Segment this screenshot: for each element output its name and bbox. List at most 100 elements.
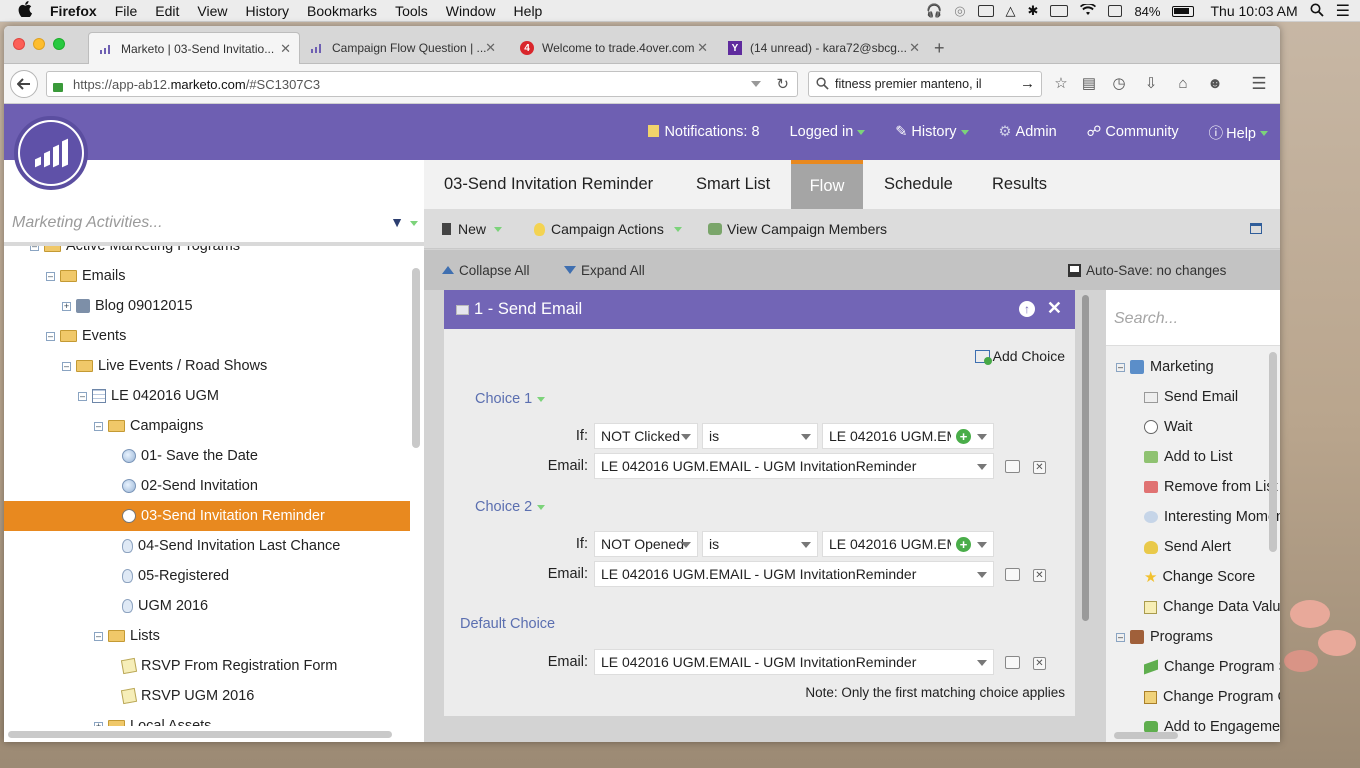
tree-node[interactable]: UGM 2016 (122, 591, 208, 621)
collapse-icon[interactable]: – (94, 421, 103, 431)
tab-campaign-name[interactable]: 03-Send Invitation Reminder (424, 160, 673, 209)
tree-node[interactable]: 01- Save the Date (122, 441, 258, 471)
collapse-icon[interactable]: – (46, 331, 55, 341)
chat-icon[interactable]: ☻ (1206, 76, 1224, 92)
clock[interactable]: Thu 10:03 AM (1210, 3, 1297, 19)
bookmark-star-icon[interactable]: ☆ (1052, 76, 1070, 92)
marketing-activities-search[interactable]: Marketing Activities... ▼ (4, 200, 424, 246)
choice-1-label[interactable]: Choice 1 (475, 391, 546, 407)
expand-icon[interactable]: + (94, 721, 103, 726)
zoom-window-button[interactable] (53, 38, 65, 50)
remove-choice-icon[interactable]: ✕ (1033, 569, 1046, 582)
browser-tab-marketo[interactable]: Marketo | 03-Send Invitatio... ✕ (88, 32, 300, 64)
sync-icon[interactable]: ◎ (954, 3, 965, 19)
minimize-window-button[interactable] (33, 38, 45, 50)
tree-node[interactable]: – Events (46, 321, 126, 351)
browser-tab-4over[interactable]: 4 Welcome to trade.4over.com ✕ (510, 32, 716, 64)
menu-tools[interactable]: Tools (395, 3, 428, 19)
close-tab-icon[interactable]: ✕ (485, 40, 496, 56)
filter-icon[interactable]: ▼ (390, 214, 404, 230)
preview-email-icon[interactable] (1005, 568, 1020, 581)
flow-vertical-scrollbar[interactable] (1082, 295, 1089, 621)
choice-2-label[interactable]: Choice 2 (475, 499, 546, 515)
collapse-all-button[interactable]: Collapse All (442, 250, 530, 290)
home-icon[interactable]: ⌂ (1174, 76, 1192, 92)
tree-node[interactable]: –Active Marketing Programs (30, 246, 240, 261)
menu-view[interactable]: View (197, 3, 227, 19)
collapse-icon[interactable]: – (78, 391, 87, 401)
url-bar[interactable]: https://app-ab12. marketo.com/#SC1307C3 ↻ (46, 71, 798, 97)
palette-item-interesting-moment[interactable]: Interesting Moment (1144, 502, 1280, 532)
tree-node[interactable]: – Lists (94, 621, 160, 651)
battery-icon[interactable] (1172, 5, 1195, 17)
palette-vertical-scrollbar[interactable] (1269, 352, 1277, 552)
expand-icon[interactable]: + (62, 301, 71, 311)
palette-item-add-to-list[interactable]: Add to List (1144, 442, 1233, 472)
collapse-icon[interactable]: – (1116, 632, 1125, 642)
palette-horizontal-scrollbar[interactable] (1114, 732, 1178, 739)
palette-item-change-data-value[interactable]: Change Data Value (1144, 592, 1280, 622)
flow-step-header[interactable]: 1 - Send Email ↑ ✕ (444, 290, 1075, 329)
campaign-actions-button[interactable]: Campaign Actions (534, 209, 682, 249)
downloads-icon[interactable]: ⇩ (1142, 76, 1160, 92)
palette-search-input[interactable]: Search... (1106, 290, 1280, 346)
menu-help[interactable]: Help (514, 3, 543, 19)
headphones-icon[interactable]: 🎧 (926, 3, 942, 19)
choice-2-condition-select[interactable]: NOT Opened (594, 531, 698, 557)
calendar-icon[interactable] (1108, 5, 1123, 17)
palette-item-wait[interactable]: Wait (1144, 412, 1192, 442)
tree-horizontal-scrollbar[interactable] (8, 731, 392, 738)
help-menu[interactable]: ⓘ Help (1209, 122, 1268, 143)
choice-1-operator-select[interactable]: is (702, 423, 818, 449)
remove-choice-icon[interactable]: ✕ (1033, 657, 1046, 670)
notification-center-icon[interactable]: ☰ (1336, 1, 1350, 21)
close-tab-icon[interactable]: ✕ (280, 41, 291, 57)
move-up-icon[interactable]: ↑ (1019, 301, 1035, 317)
apple-menu-icon[interactable] (18, 1, 32, 20)
preview-email-icon[interactable] (1005, 656, 1020, 669)
palette-item-send-email[interactable]: Send Email (1144, 382, 1238, 412)
close-window-button[interactable] (13, 38, 25, 50)
community-link[interactable]: ☍ Community (1087, 124, 1179, 140)
go-arrow-icon[interactable]: → (1020, 75, 1035, 92)
palette-group-programs[interactable]: – Programs (1116, 622, 1213, 652)
collapse-icon[interactable]: – (46, 271, 55, 281)
keyboard-icon[interactable] (1050, 5, 1069, 17)
menu-history[interactable]: History (245, 3, 289, 19)
chevron-down-icon[interactable] (410, 221, 418, 226)
url-dropdown-icon[interactable] (751, 81, 761, 87)
bluetooth-icon[interactable]: ✱ (1028, 3, 1039, 19)
tree-node-selected[interactable]: 03-Send Invitation Reminder (122, 501, 325, 531)
palette-item-send-alert[interactable]: Send Alert (1144, 532, 1231, 562)
tree-node[interactable]: RSVP From Registration Form (120, 651, 337, 681)
tab-smart-list[interactable]: Smart List (676, 160, 790, 209)
wifi-icon[interactable] (1080, 2, 1097, 19)
reload-icon[interactable]: ↻ (776, 75, 789, 93)
new-button[interactable]: New (442, 209, 503, 249)
tree-node[interactable]: + Local Assets (94, 711, 211, 726)
choice-1-value-select[interactable]: LE 042016 UGM.EMAIL + (822, 423, 994, 449)
menu-window[interactable]: Window (446, 3, 496, 19)
reading-list-icon[interactable]: ▤ (1080, 76, 1098, 92)
collapse-icon[interactable]: – (94, 631, 103, 641)
marketo-logo[interactable] (14, 116, 88, 190)
palette-item-change-score[interactable]: ★ Change Score (1144, 562, 1255, 592)
choice-2-operator-select[interactable]: is (702, 531, 818, 557)
tree-node[interactable]: – LE 042016 UGM (78, 381, 219, 411)
view-campaign-members-button[interactable]: View Campaign Members (708, 209, 887, 249)
airplay-icon[interactable]: △ (1006, 3, 1016, 19)
tree-node[interactable]: 02-Send Invitation (122, 471, 258, 501)
palette-group-marketing[interactable]: – Marketing (1116, 352, 1214, 382)
menu-edit[interactable]: Edit (155, 3, 179, 19)
delete-step-icon[interactable]: ✕ (1047, 298, 1062, 319)
tree-node[interactable]: – Live Events / Road Shows (62, 351, 267, 381)
app-icon[interactable] (977, 5, 994, 17)
menu-file[interactable]: File (115, 3, 138, 19)
browser-tab-yahoo-mail[interactable]: Y (14 unread) - kara72@sbcg... ✕ (718, 32, 928, 64)
notifications-link[interactable]: Notifications: 8 (648, 124, 760, 140)
palette-item-change-program-cadence[interactable]: Change Program Cadence (1144, 682, 1280, 712)
spotlight-search-icon[interactable] (1310, 3, 1324, 20)
history-menu[interactable]: ✎ History (895, 124, 969, 140)
add-choice-button[interactable]: Add Choice (974, 348, 1065, 365)
close-tab-icon[interactable]: ✕ (697, 40, 708, 56)
